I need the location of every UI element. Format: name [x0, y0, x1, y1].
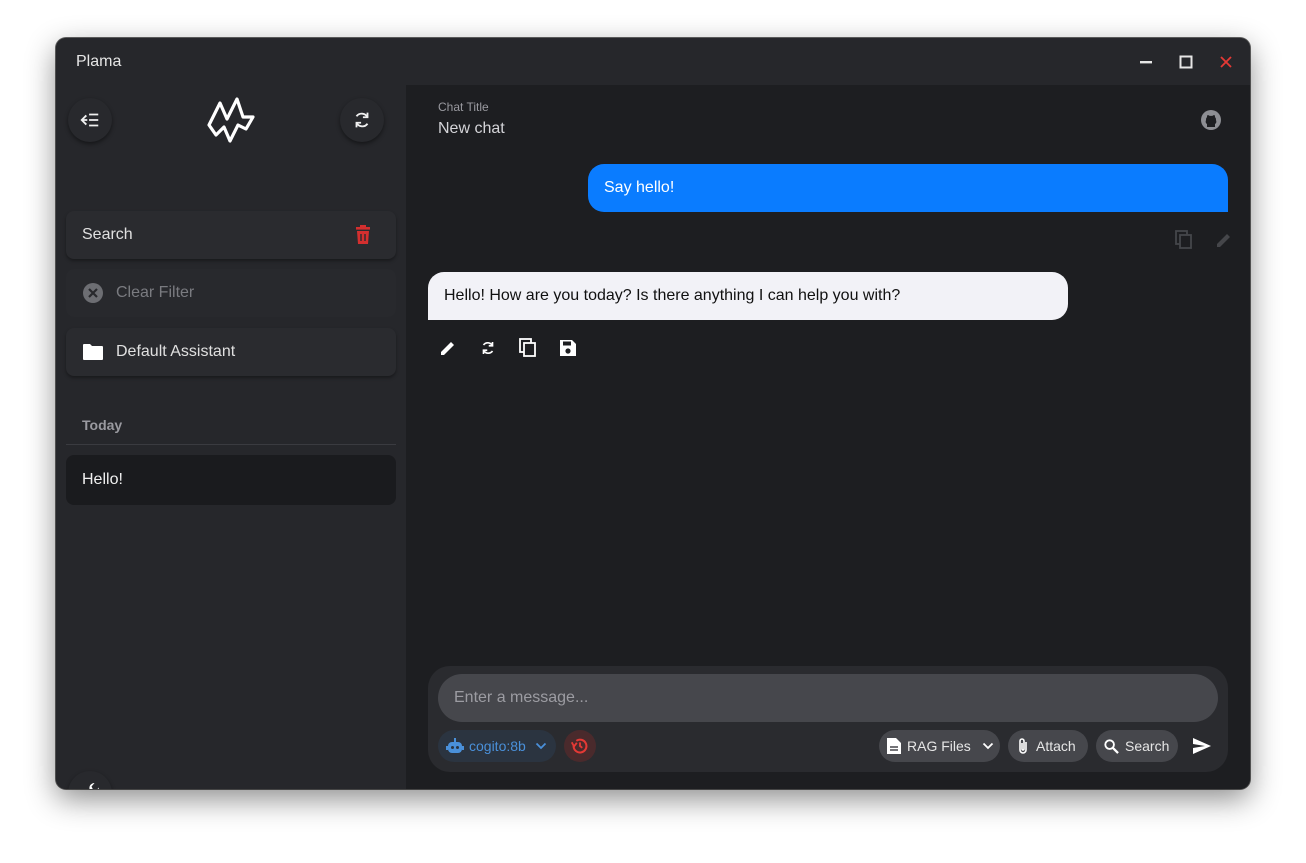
search-label: Search: [1125, 738, 1170, 754]
send-icon: [1193, 738, 1211, 754]
refresh-icon: [355, 112, 369, 128]
message-input[interactable]: [438, 674, 1218, 722]
model-name: cogito:8b: [469, 738, 526, 754]
section-today: Today: [82, 417, 123, 433]
chat-title[interactable]: New chat: [438, 120, 505, 138]
title-bar: Plama: [56, 38, 1250, 85]
assistant-folder[interactable]: Default Assistant: [66, 328, 396, 376]
magnify-icon: [1104, 738, 1119, 754]
close-icon[interactable]: [1214, 50, 1238, 74]
edit-icon[interactable]: [436, 336, 460, 360]
assistant-message: Hello! How are you today? Is there anyth…: [428, 272, 1068, 320]
save-icon[interactable]: [556, 336, 580, 360]
chat-list-item-label: Hello!: [82, 471, 123, 488]
app-logo: [206, 95, 258, 145]
rag-files-label: RAG Files: [907, 738, 971, 754]
paperclip-icon: [1017, 737, 1029, 755]
search-button[interactable]: Search: [1096, 730, 1178, 762]
maximize-icon[interactable]: [1174, 50, 1198, 74]
wrench-icon: [89, 782, 99, 789]
copy-icon[interactable]: [516, 336, 540, 360]
chevron-down-icon: [535, 742, 547, 750]
copy-icon[interactable]: [1172, 228, 1196, 252]
clear-filter-button[interactable]: Clear Filter: [66, 269, 396, 317]
document-icon: [887, 738, 901, 754]
menu-collapse-icon: [80, 113, 99, 127]
trash-icon[interactable]: [354, 225, 372, 245]
user-message-text: Say hello!: [604, 179, 675, 196]
send-button[interactable]: [1190, 734, 1214, 758]
collapse-sidebar-button[interactable]: [68, 98, 112, 142]
refresh-button[interactable]: [340, 98, 384, 142]
github-icon[interactable]: [1199, 108, 1223, 132]
divider: [66, 444, 396, 445]
attach-button[interactable]: Attach: [1008, 730, 1088, 762]
folder-icon: [82, 342, 104, 362]
app-window: Plama Search Clear Filter Default Assist…: [56, 38, 1250, 789]
chat-list-item[interactable]: Hello!: [66, 455, 396, 505]
chevron-down-icon: [982, 742, 994, 750]
clear-icon: [82, 282, 104, 304]
sidebar: Search Clear Filter Default Assistant To…: [56, 85, 406, 789]
user-message: Say hello!: [588, 164, 1228, 212]
minimize-icon[interactable]: [1134, 50, 1158, 74]
robot-icon: [446, 738, 464, 754]
edit-icon[interactable]: [1212, 228, 1236, 252]
rag-files-dropdown[interactable]: RAG Files: [879, 730, 1000, 762]
refresh-icon[interactable]: [476, 336, 500, 360]
composer: cogito:8b RAG Files: [428, 666, 1228, 772]
search-label: Search: [82, 226, 133, 243]
window-title: Plama: [76, 53, 122, 70]
reset-button[interactable]: [564, 730, 596, 762]
chat-area: Chat Title New chat Say hello! Hello! Ho…: [406, 85, 1250, 789]
search-field[interactable]: Search: [66, 211, 396, 259]
assistant-message-text: Hello! How are you today? Is there anyth…: [444, 287, 901, 304]
settings-button[interactable]: [68, 771, 112, 789]
clear-filter-label: Clear Filter: [116, 284, 195, 301]
reset-icon: [570, 738, 588, 754]
chat-title-label: Chat Title: [438, 100, 489, 114]
attach-label: Attach: [1036, 738, 1076, 754]
model-selector[interactable]: cogito:8b: [438, 730, 556, 762]
assistant-label: Default Assistant: [116, 343, 236, 360]
